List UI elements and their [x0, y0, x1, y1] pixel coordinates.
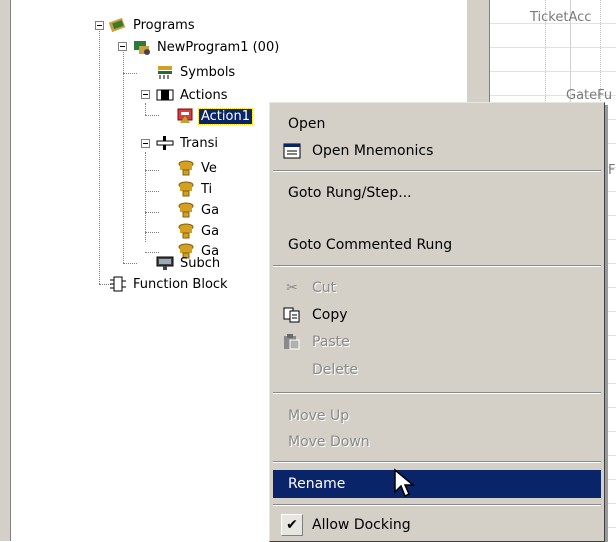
transitions-icon [156, 135, 174, 151]
subchart-icon [156, 255, 174, 271]
tree-item-label: Function Block [133, 276, 228, 292]
menu-item-cut[interactable]: ✂ Cut [273, 275, 601, 301]
collapse-actions-toggle[interactable] [141, 90, 150, 99]
paste-icon [281, 332, 303, 352]
menu-item-label: Rename [288, 476, 346, 492]
tree-connector [145, 115, 159, 116]
tree-item-subcharts[interactable]: Subch [156, 255, 222, 271]
mouse-pointer-icon [394, 468, 416, 498]
tree-connector [145, 252, 159, 253]
menu-item-label: Move Up [288, 408, 350, 424]
menu-item-move-up[interactable]: Move Up [273, 403, 601, 429]
collapse-transitions-toggle[interactable] [141, 139, 150, 148]
transition-icon [177, 223, 195, 239]
programs-icon [108, 17, 127, 33]
tree-item-transitions[interactable]: Transi [156, 135, 220, 151]
tree-connector [123, 73, 137, 74]
tree-connector [123, 263, 137, 264]
tree-connector [145, 191, 159, 192]
menu-item-goto-rung-step[interactable]: Goto Rung/Step... [273, 180, 601, 206]
menu-item-open[interactable]: Open [273, 111, 601, 137]
menu-item-label: Goto Rung/Step... [288, 185, 412, 201]
tree-connector [99, 29, 100, 284]
menu-item-rename[interactable]: Rename [273, 470, 601, 498]
tree-item-newprogram1[interactable]: NewProgram1 (00) [133, 39, 281, 55]
menu-item-label: Move Down [288, 434, 370, 450]
transition-icon [177, 202, 195, 218]
menu-item-delete[interactable]: Delete [273, 357, 601, 383]
tree-item-label: Programs [133, 17, 195, 33]
menu-separator [273, 170, 601, 172]
cut-icon: ✂ [286, 280, 298, 296]
grid-cell-label: TicketAcc [530, 10, 592, 25]
menu-item-paste[interactable]: Paste [273, 329, 601, 355]
tree-item-action1[interactable]: Action1 [177, 107, 253, 125]
tree-connector [145, 170, 159, 171]
transition-icon [177, 160, 195, 176]
menu-item-label: Allow Docking [312, 517, 411, 533]
menu-item-allow-docking[interactable]: ✔ Allow Docking [273, 511, 601, 539]
tree-item-label: Actions [180, 87, 228, 103]
tree-item-function-blocks[interactable]: Function Block [109, 276, 230, 292]
menu-separator [273, 461, 601, 463]
symbols-icon [156, 64, 174, 80]
actions-icon [156, 87, 174, 103]
tree-item-label: Action1 [198, 107, 253, 125]
tree-item-label: Subch [180, 255, 221, 271]
tree-connector [145, 232, 159, 233]
tree-item-label: Ga [201, 202, 220, 218]
menu-item-label: Open [288, 116, 326, 132]
tree-item-transition[interactable]: Ga [177, 223, 221, 239]
tree-item-programs[interactable]: Programs [108, 17, 197, 33]
menu-item-label: Goto Commented Rung [288, 237, 453, 253]
tree-connector [145, 152, 146, 242]
menu-separator [273, 504, 601, 506]
menu-separator [273, 392, 601, 394]
function-block-icon [109, 276, 127, 292]
tree-item-label: Ga [201, 223, 220, 239]
tree-item-label: Ti [201, 181, 213, 197]
tree-item-label: Transi [180, 135, 218, 151]
left-window-border [0, 0, 11, 541]
menu-item-label: Cut [312, 280, 337, 296]
menu-item-label: Paste [312, 334, 350, 350]
collapse-program-toggle[interactable] [118, 42, 127, 51]
menu-item-label: Copy [312, 307, 348, 323]
action-icon [177, 108, 195, 124]
menu-item-goto-commented-rung[interactable]: Goto Commented Rung [273, 232, 601, 258]
tree-item-transition[interactable]: Ga [177, 202, 221, 218]
mnemonics-icon [281, 141, 303, 161]
tree-item-label: Ve [201, 160, 217, 176]
tree-connector [145, 103, 146, 115]
tree-connector [145, 212, 159, 213]
tree-item-transition[interactable]: Ti [177, 181, 214, 197]
check-icon: ✔ [281, 514, 303, 536]
menu-item-move-down[interactable]: Move Down [273, 429, 601, 455]
menu-item-copy[interactable]: Copy [273, 302, 601, 328]
tree-item-actions[interactable]: Actions [156, 87, 230, 103]
context-menu[interactable]: Open Open Mnemonics Goto Rung/Step... Go… [269, 102, 605, 542]
program-icon [133, 39, 151, 55]
transition-icon [177, 181, 195, 197]
menu-item-label: Delete [312, 362, 358, 378]
tree-item-label: Symbols [180, 64, 236, 80]
tree-item-symbols[interactable]: Symbols [156, 64, 237, 80]
menu-separator [273, 265, 601, 267]
tree-connector [123, 48, 124, 263]
copy-icon [281, 305, 303, 325]
tree-item-label: NewProgram1 (00) [157, 39, 280, 55]
grid-cell-label: GateFu [566, 88, 613, 103]
menu-item-label: Open Mnemonics [312, 143, 434, 159]
collapse-programs-toggle[interactable] [95, 21, 104, 30]
tree-item-transition[interactable]: Ve [177, 160, 219, 176]
menu-item-open-mnemonics[interactable]: Open Mnemonics [273, 138, 601, 164]
